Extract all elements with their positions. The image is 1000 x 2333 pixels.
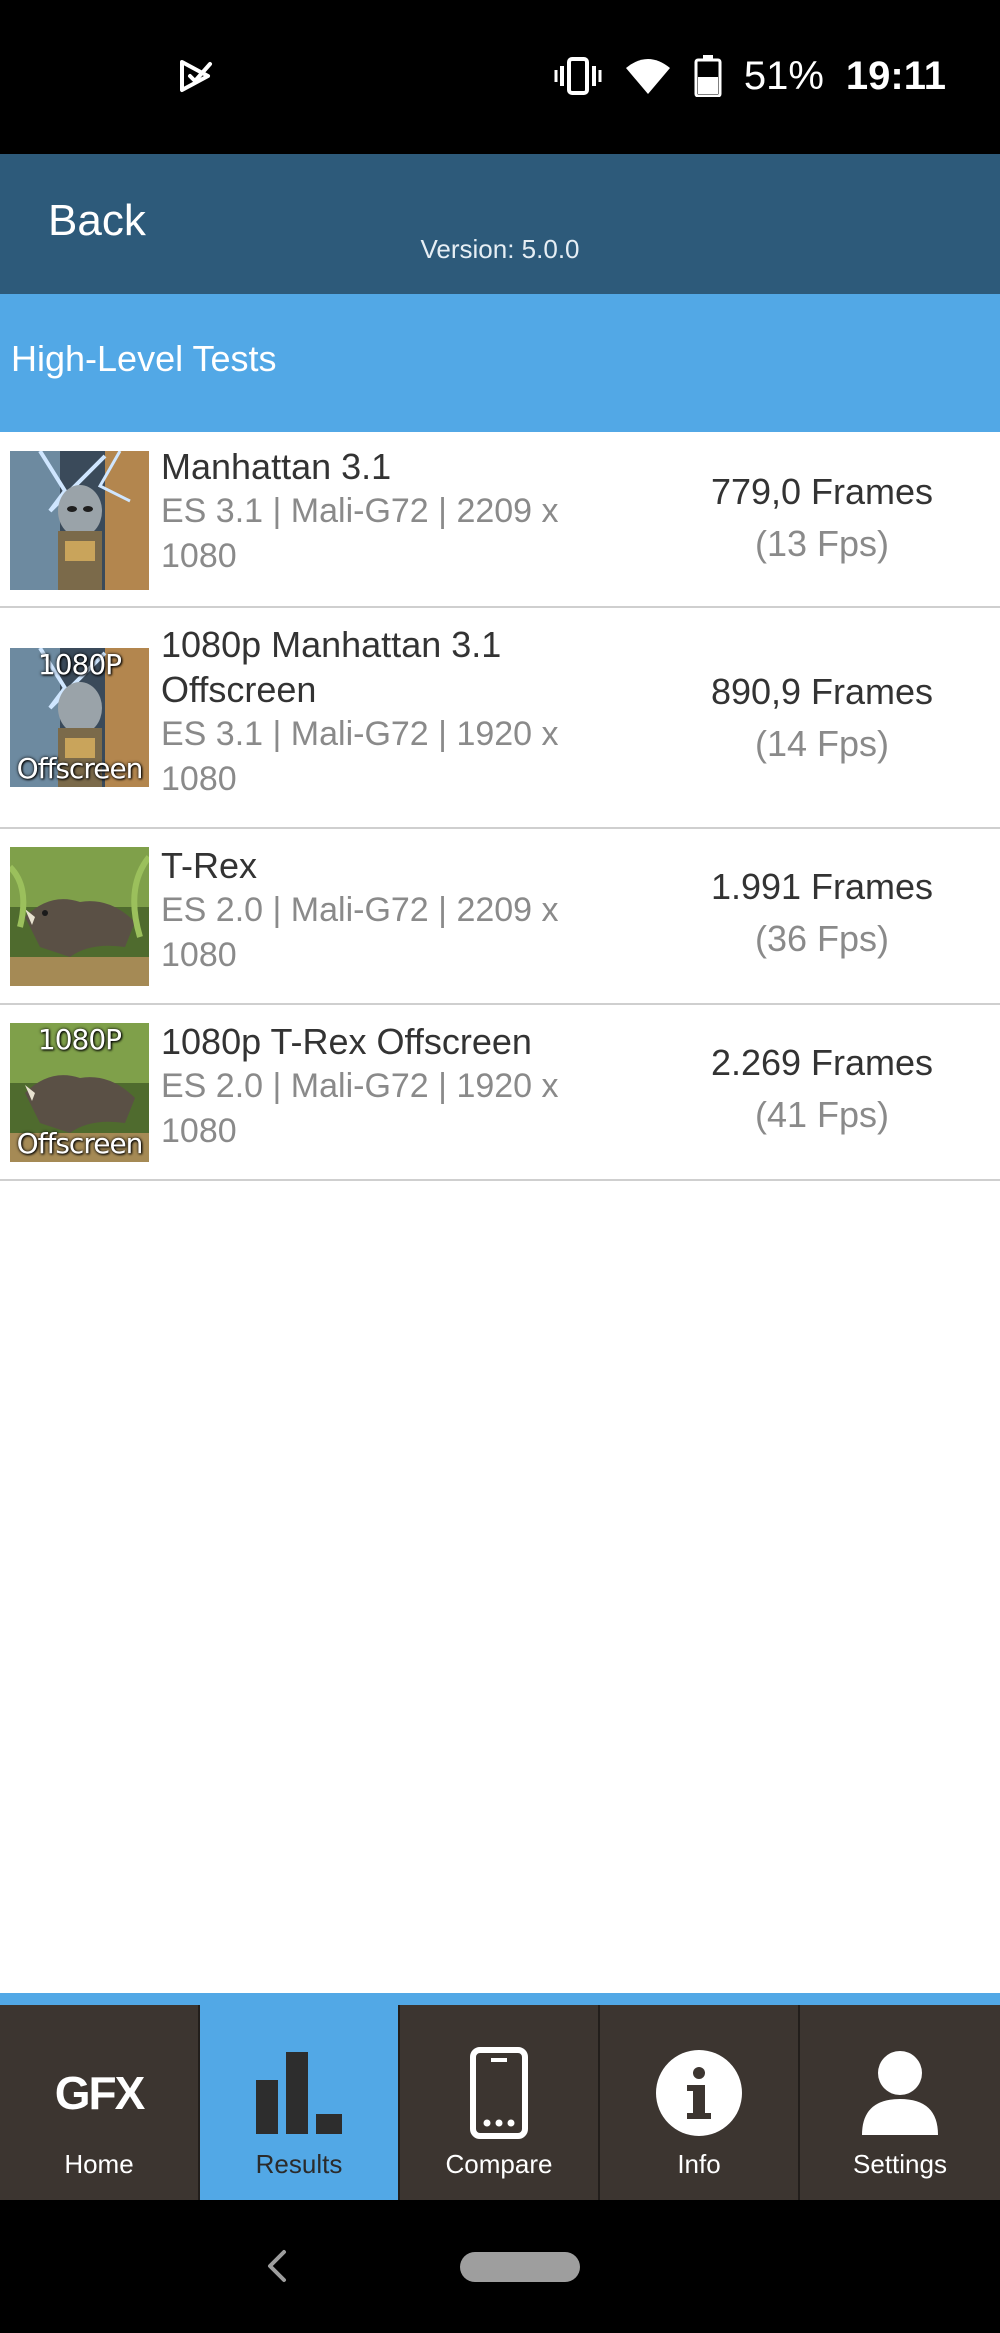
test-name: T-Rex	[161, 845, 258, 886]
result-frames: 779,0 Frames	[710, 471, 934, 512]
trex-thumbnail	[10, 847, 149, 986]
result-frames: 2.269 Frames	[710, 1042, 934, 1083]
bottom-navigation: GFX Home Results Compare Info Settings	[0, 2005, 1000, 2200]
result-frames: 890,9 Frames	[710, 671, 934, 712]
nav-label-settings: Settings	[853, 2149, 947, 2179]
nav-item-results[interactable]: Results	[200, 2005, 400, 2200]
home-pill-icon[interactable]	[460, 2252, 580, 2282]
battery-percentage: 51%	[743, 53, 824, 98]
test-details: ES 2.0 | Mali-G72 | 1920 x 1080	[161, 1067, 559, 1150]
nav-item-home[interactable]: GFX Home	[0, 2005, 200, 2200]
test-row-trex[interactable]: T-Rex ES 2.0 | Mali-G72 | 2209 x 1080 1.…	[0, 829, 1000, 1005]
gfx-logo-icon: GFX	[54, 2067, 146, 2119]
nav-label-info: Info	[677, 2149, 721, 2179]
wifi-icon	[625, 59, 670, 94]
test-row-manhattan-offscreen[interactable]: 1080P Offscreen 1080p Manhattan 3.1 Offs…	[0, 608, 1000, 829]
nav-label-compare: Compare	[445, 2149, 553, 2179]
battery-icon	[694, 55, 722, 97]
test-row-trex-offscreen[interactable]: 1080P Offscreen 1080p T-Rex Offscreen ES…	[0, 1005, 1000, 1181]
thumb-overlay-offscreen: Offscreen	[16, 752, 144, 785]
user-icon	[850, 2043, 950, 2143]
play-check-icon	[180, 60, 212, 92]
nav-label-results: Results	[255, 2149, 343, 2179]
info-icon	[649, 2043, 749, 2143]
test-results-list: Manhattan 3.1 ES 3.1 | Mali-G72 | 2209 x…	[0, 432, 1000, 1181]
trex-offscreen-thumbnail: 1080P Offscreen	[10, 1023, 149, 1162]
nav-label-home: Home	[64, 2149, 134, 2179]
thumb-overlay-resolution: 1080P	[37, 648, 122, 681]
result-fps: (36 Fps)	[754, 918, 890, 959]
result-frames: 1.991 Frames	[710, 866, 934, 907]
version-label: Version: 5.0.0	[420, 234, 580, 264]
clock: 19:11	[845, 53, 946, 98]
back-chevron-icon[interactable]	[262, 2246, 292, 2286]
test-row-manhattan[interactable]: Manhattan 3.1 ES 3.1 | Mali-G72 | 2209 x…	[0, 432, 1000, 608]
result-fps: (14 Fps)	[754, 723, 890, 764]
phone-icon	[449, 2043, 549, 2143]
nav-item-info[interactable]: Info	[600, 2005, 800, 2200]
test-name: 1080p T-Rex Offscreen	[161, 1021, 532, 1062]
bar-chart-icon	[249, 2043, 349, 2143]
test-name: Manhattan 3.1	[161, 446, 392, 487]
app-header: Back Version: 5.0.0	[0, 154, 1000, 294]
test-details: ES 2.0 | Mali-G72 | 2209 x 1080	[161, 891, 559, 974]
vibrate-icon	[554, 57, 602, 95]
manhattan-thumbnail	[10, 451, 149, 590]
test-details: ES 3.1 | Mali-G72 | 1920 x 1080	[161, 715, 559, 798]
status-bar: 51% 19:11	[0, 0, 1000, 154]
result-fps: (13 Fps)	[754, 523, 890, 564]
system-navigation-bar	[0, 2200, 1000, 2333]
result-fps: (41 Fps)	[754, 1094, 890, 1135]
manhattan-offscreen-thumbnail: 1080P Offscreen	[10, 648, 149, 787]
thumb-overlay-resolution: 1080P	[37, 1023, 122, 1056]
thumb-overlay-offscreen: Offscreen	[16, 1127, 144, 1160]
section-title: High-Level Tests	[11, 338, 277, 379]
nav-item-settings[interactable]: Settings	[800, 2005, 1000, 2200]
nav-item-compare[interactable]: Compare	[400, 2005, 600, 2200]
test-details: ES 3.1 | Mali-G72 | 2209 x 1080	[161, 492, 559, 575]
section-header: High-Level Tests	[0, 294, 1000, 432]
bottom-nav-accent-line	[0, 1993, 1000, 2005]
test-name: 1080p Manhattan 3.1 Offscreen	[161, 624, 502, 710]
